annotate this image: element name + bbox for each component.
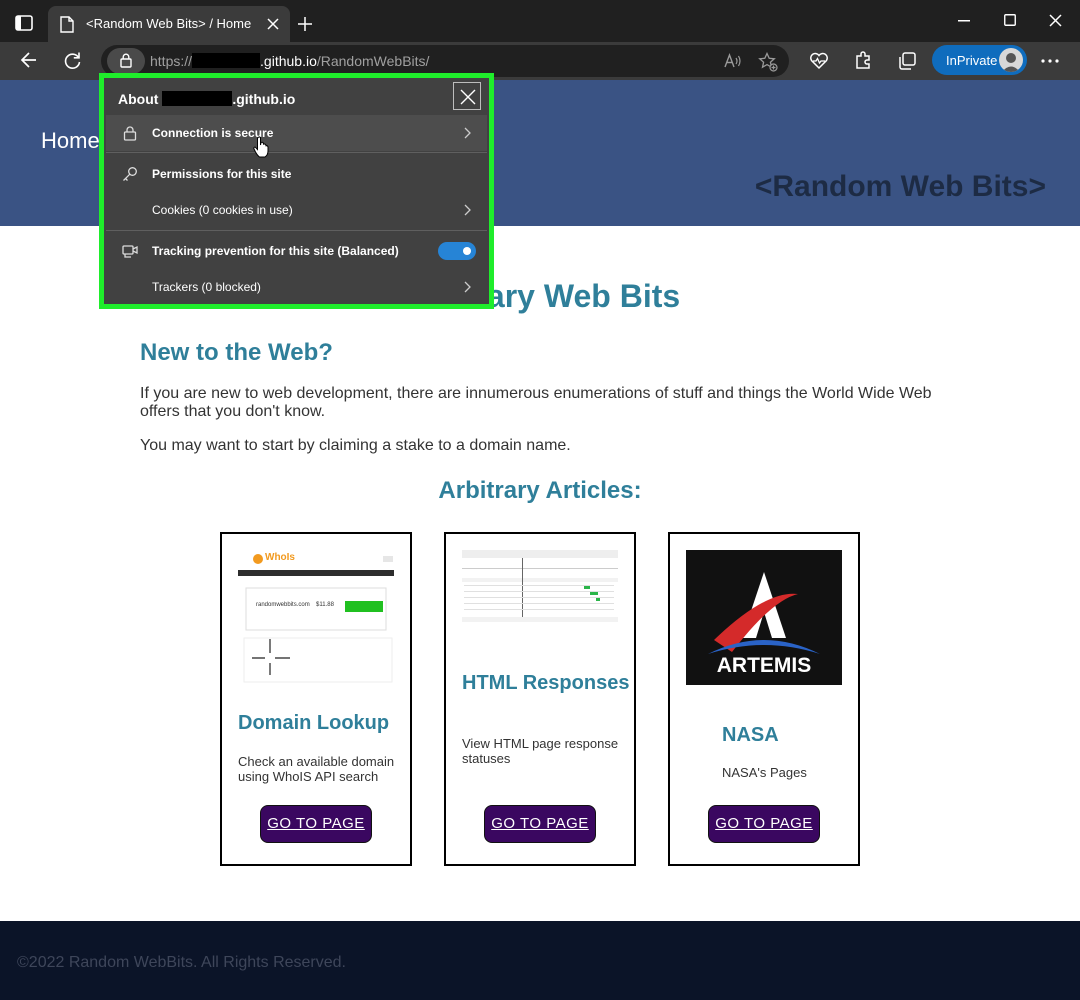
card-title: NASA	[722, 724, 779, 746]
tracking-icon	[122, 245, 138, 258]
site-title: <Random Web Bits>	[754, 170, 1046, 203]
close-popup-button[interactable]	[453, 82, 481, 110]
redacted-username	[162, 91, 233, 106]
highlight-frame: About .github.io Connection is secure Pe…	[99, 73, 494, 309]
site-footer: ©2022 Random WebBits. All Rights Reserve…	[0, 921, 1080, 1000]
connection-row[interactable]: Connection is secure	[106, 115, 487, 151]
popup-title-domain: .github.io	[232, 91, 296, 107]
new-to-web-heading: New to the Web?	[140, 339, 333, 366]
chevron-right-icon	[464, 127, 471, 139]
url-path: /RandomWebBits/	[316, 53, 430, 69]
article-card-domain-lookup: WhoIs randomwebbits.com $11.88 Domain Lo…	[220, 532, 412, 866]
refresh-icon[interactable]	[63, 51, 82, 70]
sidebar-toggle-icon[interactable]	[14, 13, 34, 33]
whois-thumbnail: WhoIs randomwebbits.com $11.88	[238, 550, 394, 685]
site-info-button[interactable]	[107, 48, 145, 74]
extensions-icon[interactable]	[853, 51, 873, 71]
card-title: Domain Lookup	[238, 712, 390, 734]
tab-title: <Random Web Bits> / Home	[86, 16, 252, 31]
redacted-username	[192, 53, 261, 68]
more-options-icon[interactable]	[1041, 59, 1059, 63]
page-icon	[60, 16, 74, 33]
url-prefix: https://	[150, 53, 193, 69]
card-description: View HTML page response statuses	[462, 736, 619, 766]
card-description: Check an available domain using WhoIS AP…	[238, 754, 395, 784]
minimize-icon[interactable]	[958, 20, 970, 22]
tab-home[interactable]: <Random Web Bits> / Home	[48, 6, 290, 42]
profile-icon	[1002, 53, 1020, 72]
tracking-label: Tracking prevention for this site (Balan…	[152, 244, 399, 258]
popup-title: About .github.io	[118, 91, 295, 107]
divider	[106, 152, 487, 153]
divider	[106, 230, 487, 231]
copyright-text: ©2022 Random WebBits. All Rights Reserve…	[17, 954, 346, 971]
artemis-logo: ARTEMIS	[686, 550, 842, 685]
browser-essentials-icon[interactable]	[809, 51, 829, 71]
trackers-row[interactable]: Trackers (0 blocked)	[106, 269, 487, 305]
go-to-page-button[interactable]: GO TO PAGE	[260, 805, 372, 843]
close-tab-icon[interactable]	[266, 17, 280, 31]
cookies-label: Cookies (0 cookies in use)	[152, 203, 293, 217]
trackers-label: Trackers (0 blocked)	[152, 280, 261, 294]
lock-icon	[123, 126, 137, 141]
inprivate-button[interactable]: InPrivate	[932, 45, 1027, 75]
intro-paragraph: If you are new to web development, there…	[140, 385, 932, 420]
chevron-right-icon	[464, 204, 471, 216]
close-icon	[460, 89, 476, 105]
card-title: HTML Responses	[462, 672, 630, 694]
go-to-page-button[interactable]: GO TO PAGE	[708, 805, 820, 843]
whois-domain: randomwebbits.com	[256, 602, 310, 608]
tracking-row: Tracking prevention for this site (Balan…	[106, 233, 487, 269]
artemis-wordmark: ARTEMIS	[716, 654, 812, 677]
url-domain: .github.io	[260, 53, 317, 69]
hand-cursor-icon	[253, 136, 269, 158]
whois-brand: WhoIs	[265, 552, 295, 563]
cookies-row[interactable]: Cookies (0 cookies in use)	[106, 192, 487, 228]
tracking-toggle[interactable]	[438, 242, 476, 260]
whois-price: $11.88	[316, 602, 334, 608]
permissions-row: Permissions for this site	[106, 156, 487, 192]
go-to-page-button[interactable]: GO TO PAGE	[484, 805, 596, 843]
nav-home-link[interactable]: Home	[41, 128, 100, 154]
back-icon[interactable]	[20, 51, 38, 69]
close-window-icon[interactable]	[1049, 14, 1062, 27]
popup-title-prefix: About	[118, 91, 159, 107]
inprivate-label: InPrivate	[946, 53, 998, 68]
key-icon	[123, 167, 137, 181]
permissions-label: Permissions for this site	[152, 167, 292, 181]
html-responses-thumbnail	[462, 550, 618, 622]
card-description: NASA's Pages	[722, 765, 807, 780]
chevron-right-icon	[464, 281, 471, 293]
read-aloud-icon[interactable]	[724, 53, 742, 69]
lock-icon	[120, 53, 132, 68]
add-favorite-icon[interactable]	[758, 52, 778, 72]
article-card-html-responses: HTML Responses View HTML page response s…	[444, 532, 636, 866]
domain-paragraph: You may want to start by claiming a stak…	[140, 437, 571, 454]
collections-icon[interactable]	[897, 51, 917, 71]
new-tab-icon[interactable]	[297, 16, 313, 32]
avatar	[999, 48, 1023, 72]
articles-heading: Arbitrary Articles:	[438, 477, 642, 504]
maximize-icon[interactable]	[1004, 14, 1016, 26]
title-bar: <Random Web Bits> / Home	[0, 0, 1080, 42]
site-info-popup: About .github.io Connection is secure Pe…	[104, 78, 489, 304]
article-card-nasa: ARTEMIS NASA NASA's Pages GO TO PAGE	[668, 532, 860, 866]
url-text: https:// .github.io/RandomWebBits/	[150, 53, 429, 69]
toggle-knob	[463, 247, 471, 255]
